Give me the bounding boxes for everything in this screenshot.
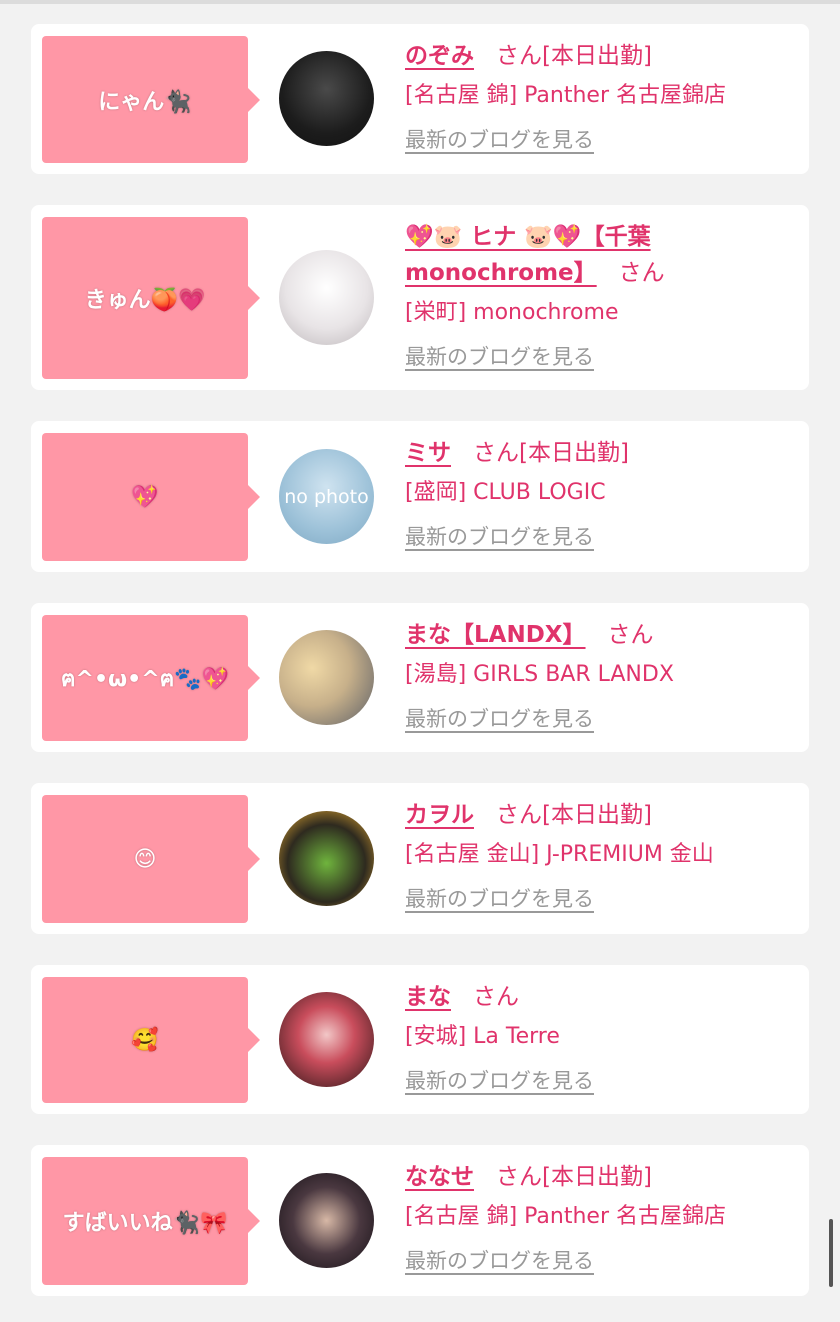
scrollbar[interactable] xyxy=(829,1219,833,1287)
blog-link[interactable]: 最新のブログを見る xyxy=(405,523,594,551)
status-badge: [本日出勤] xyxy=(542,802,652,828)
cast-name-link[interactable]: ミサ xyxy=(405,440,451,466)
avatar[interactable] xyxy=(279,51,374,146)
comment-bubble: 💖 xyxy=(42,433,260,561)
comment-text: にゃん🐈‍⬛ xyxy=(98,89,192,115)
honorific: さん xyxy=(496,802,542,828)
shop-name: [安城] La Terre xyxy=(405,1024,560,1049)
top-divider xyxy=(0,0,840,4)
honorific: さん xyxy=(618,260,665,286)
honorific: さん xyxy=(473,984,519,1010)
blog-link[interactable]: 最新のブログを見る xyxy=(405,343,594,371)
cast-name-link-line2[interactable]: monochrome】 xyxy=(405,260,597,286)
status-badge: [本日出勤] xyxy=(542,43,652,69)
shop-name: [湯島] GIRLS BAR LANDX xyxy=(405,662,674,687)
cast-name-link[interactable]: ななせ xyxy=(405,1164,474,1190)
shop-name: [名古屋 錦] Panther 名古屋錦店 xyxy=(405,83,726,108)
comment-bubble: 🥰 xyxy=(42,977,260,1103)
cast-card: ฅ^•ω•^ฅ🐾💖 まな【LANDX】 さん [湯島] GIRLS BAR LAN… xyxy=(31,603,809,752)
blog-link[interactable]: 最新のブログを見る xyxy=(405,1067,594,1095)
cast-card: すばいいね🐈‍⬛🎀 ななせ さん[本日出勤] [名古屋 錦] Panther 名古… xyxy=(31,1145,809,1296)
shop-name: [栄町] monochrome xyxy=(405,300,619,325)
comment-text: すばいいね🐈‍⬛🎀 xyxy=(62,1211,228,1236)
cast-name-link[interactable]: まな xyxy=(405,984,451,1010)
comment-bubble: きゅん🍑💗 xyxy=(42,217,260,379)
cast-card: にゃん🐈‍⬛ のぞみ さん[本日出勤] [名古屋 錦] Panther 名古屋錦店… xyxy=(31,24,809,174)
comment-bubble: 😊 xyxy=(42,795,260,923)
avatar[interactable] xyxy=(279,1173,374,1268)
blog-link[interactable]: 最新のブログを見る xyxy=(405,705,594,733)
honorific: さん xyxy=(496,1164,542,1190)
shop-name: [名古屋 錦] Panther 名古屋錦店 xyxy=(405,1204,726,1229)
cast-name-link[interactable]: のぞみ xyxy=(405,43,474,69)
cast-info: 💖🐷 ヒナ 🐷💖【千葉 monochrome】 さん [栄町] monochrom… xyxy=(405,219,795,371)
status-badge: [本日出勤] xyxy=(519,440,629,466)
comment-bubble: にゃん🐈‍⬛ xyxy=(42,36,260,163)
cast-info: のぞみ さん[本日出勤] [名古屋 錦] Panther 名古屋錦店 最新のブログ… xyxy=(405,38,795,154)
cast-list: にゃん🐈‍⬛ のぞみ さん[本日出勤] [名古屋 錦] Panther 名古屋錦店… xyxy=(31,24,809,1296)
avatar[interactable] xyxy=(279,250,374,345)
comment-bubble: ฅ^•ω•^ฅ🐾💖 xyxy=(42,615,260,741)
honorific: さん xyxy=(473,440,519,466)
comment-text: ฅ^•ω•^ฅ🐾💖 xyxy=(60,666,230,692)
honorific: さん xyxy=(607,622,654,648)
comment-bubble: すばいいね🐈‍⬛🎀 xyxy=(42,1157,260,1285)
no-photo-text: no photo xyxy=(284,485,369,508)
blog-link[interactable]: 最新のブログを見る xyxy=(405,126,594,154)
avatar[interactable]: no photo xyxy=(279,449,374,544)
blog-link[interactable]: 最新のブログを見る xyxy=(405,885,594,913)
comment-text: 🥰 xyxy=(131,1027,159,1053)
avatar[interactable] xyxy=(279,630,374,725)
cast-info: まな【LANDX】 さん [湯島] GIRLS BAR LANDX 最新のブログを… xyxy=(405,617,795,733)
cast-name-link[interactable]: 💖🐷 ヒナ 🐷💖【千葉 xyxy=(405,224,651,250)
comment-text: 💖 xyxy=(131,484,159,510)
avatar[interactable] xyxy=(279,811,374,906)
cast-name-link[interactable]: カヲル xyxy=(405,802,474,828)
cast-info: ミサ さん[本日出勤] [盛岡] CLUB LOGIC 最新のブログを見る xyxy=(405,435,795,551)
cast-info: まな さん [安城] La Terre 最新のブログを見る xyxy=(405,979,795,1095)
comment-text: 😊 xyxy=(133,846,157,872)
blog-link[interactable]: 最新のブログを見る xyxy=(405,1247,594,1275)
shop-name: [名古屋 金山] J-PREMIUM 金山 xyxy=(405,842,714,867)
honorific: さん xyxy=(496,43,542,69)
cast-card: 😊 カヲル さん[本日出勤] [名古屋 金山] J-PREMIUM 金山 最新のブ… xyxy=(31,783,809,934)
cast-card: 💖 no photo ミサ さん[本日出勤] [盛岡] CLUB LOGIC 最新… xyxy=(31,421,809,572)
cast-info: ななせ さん[本日出勤] [名古屋 錦] Panther 名古屋錦店 最新のブログ… xyxy=(405,1159,795,1275)
shop-name: [盛岡] CLUB LOGIC xyxy=(405,480,606,505)
avatar[interactable] xyxy=(279,992,374,1087)
comment-text: きゅん🍑💗 xyxy=(84,288,206,313)
status-badge: [本日出勤] xyxy=(542,1164,652,1190)
cast-card: 🥰 まな さん [安城] La Terre 最新のブログを見る xyxy=(31,965,809,1114)
cast-name-link[interactable]: まな【LANDX】 xyxy=(405,622,586,648)
cast-info: カヲル さん[本日出勤] [名古屋 金山] J-PREMIUM 金山 最新のブログ… xyxy=(405,797,795,913)
cast-card: きゅん🍑💗 💖🐷 ヒナ 🐷💖【千葉 monochrome】 さん [栄町] mon… xyxy=(31,205,809,390)
